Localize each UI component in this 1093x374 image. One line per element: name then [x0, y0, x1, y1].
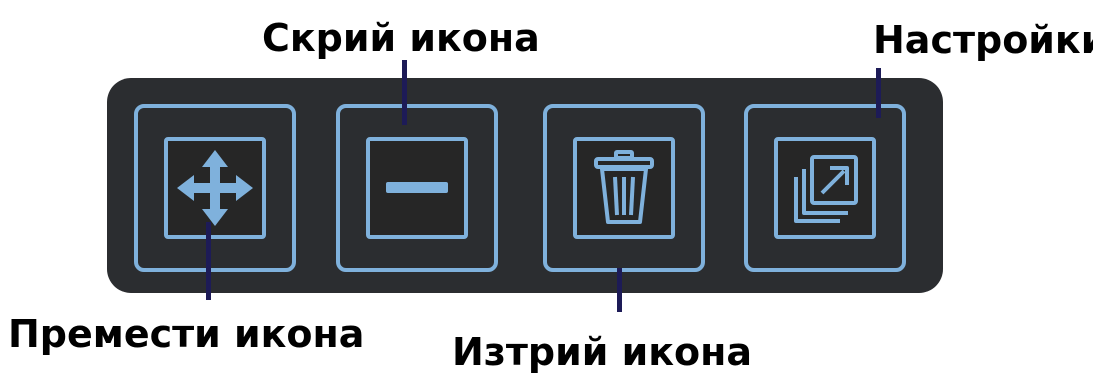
callout-line-hide	[402, 60, 407, 125]
hide-icon-frame	[366, 137, 468, 239]
delete-icon-callout: Изтрий икона	[452, 330, 753, 374]
delete-icon-frame	[573, 137, 675, 239]
move-icon-callout: Премести икона	[8, 312, 365, 356]
open-external-icon	[794, 155, 858, 223]
trash-icon	[594, 150, 654, 224]
move-icon-button[interactable]	[134, 104, 296, 272]
minus-icon	[386, 182, 448, 193]
callout-line-delete	[617, 268, 622, 312]
hide-icon-button[interactable]	[336, 104, 498, 272]
settings-icon-button[interactable]	[744, 104, 906, 272]
move-icon-frame	[164, 137, 266, 239]
move-arrows-icon	[177, 150, 253, 226]
settings-callout: Настройки	[873, 18, 1093, 62]
settings-icon-frame	[774, 137, 876, 239]
delete-icon-button[interactable]	[543, 104, 705, 272]
callout-line-move	[206, 222, 211, 300]
callout-line-settings	[876, 68, 881, 118]
hide-icon-callout: Скрий икона	[262, 16, 540, 60]
